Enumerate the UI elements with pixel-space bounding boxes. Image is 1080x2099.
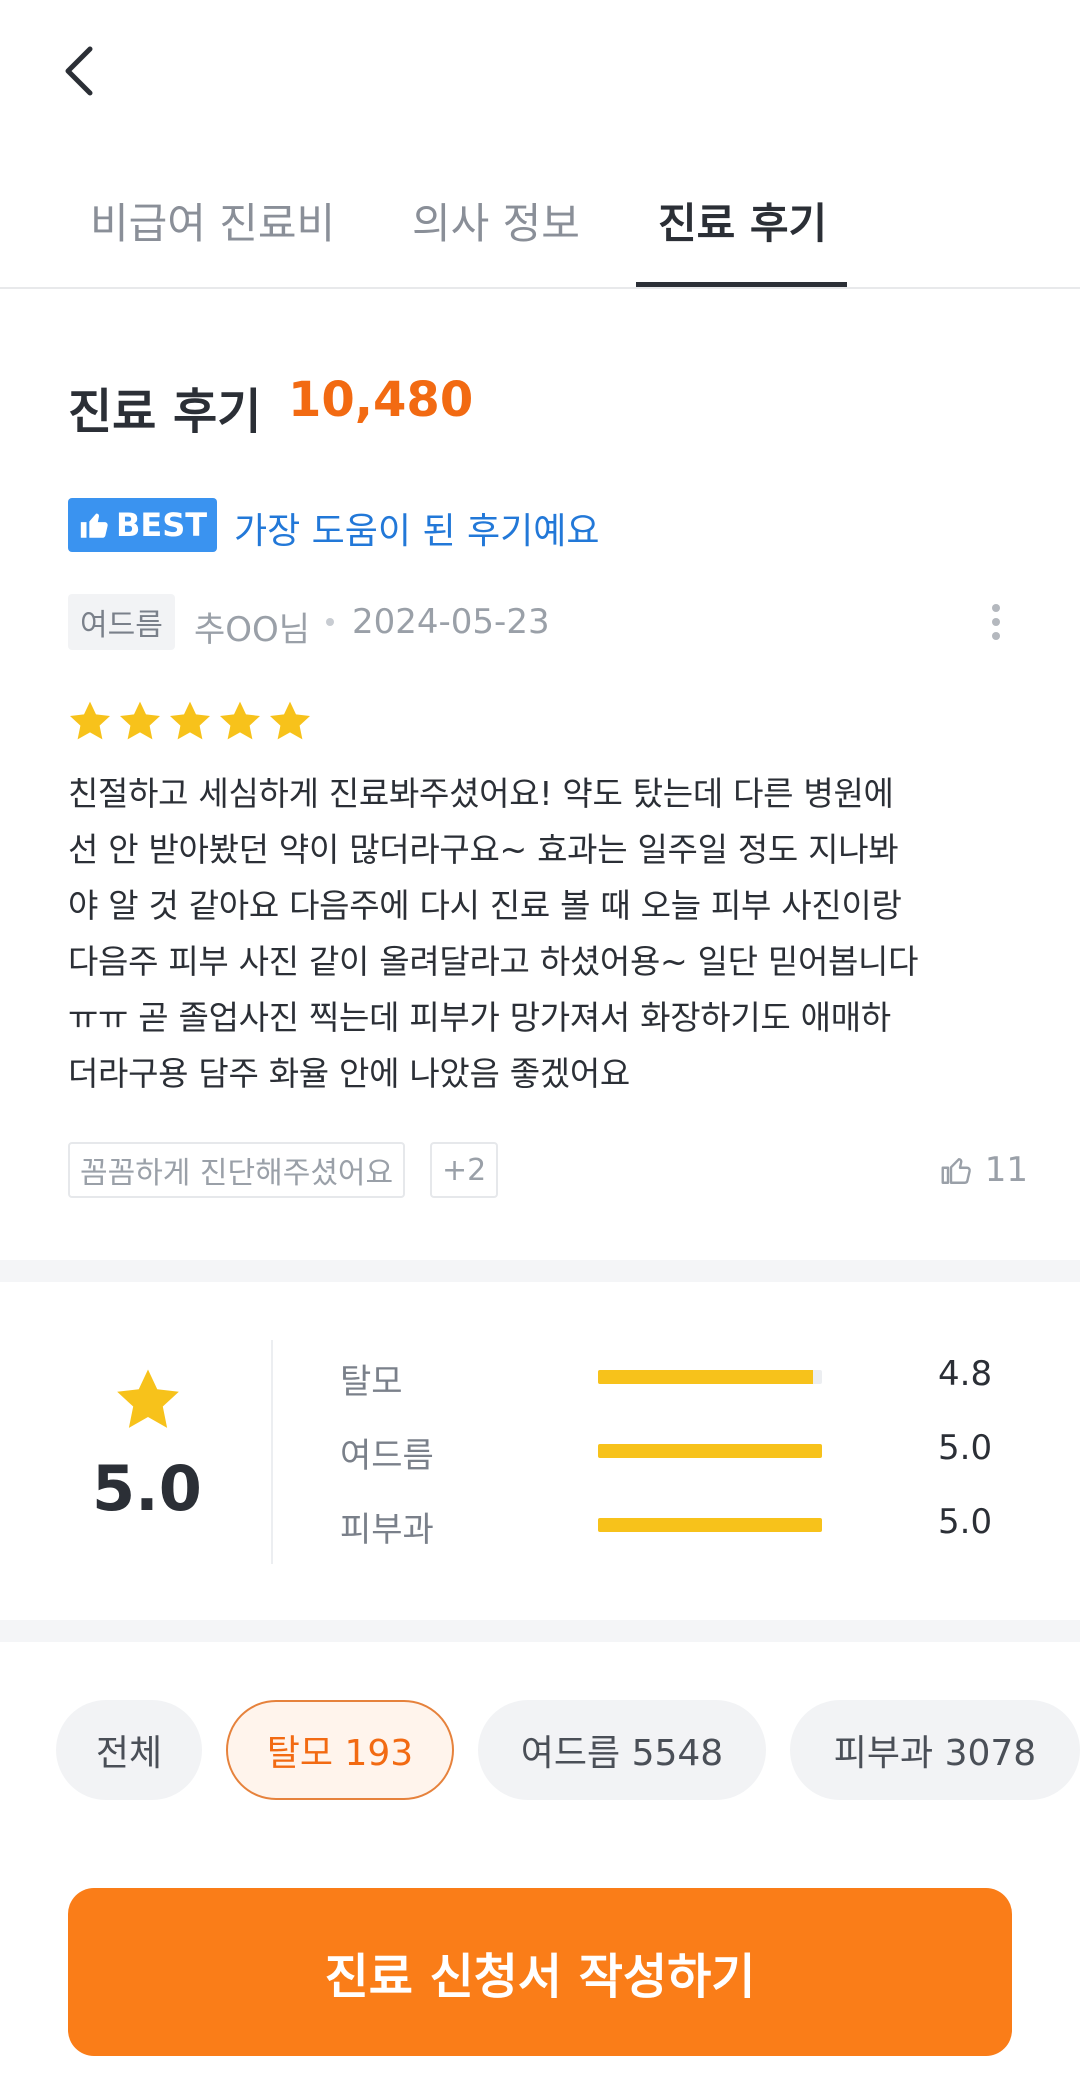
review-text-line: 친절하고 세심하게 진료봐주셨어요! 약도 탔는데 다른 병원에	[68, 774, 894, 813]
category-name: 여드름	[340, 1436, 434, 1476]
vertical-divider	[271, 1340, 273, 1564]
review-author: 추OO님	[194, 610, 311, 650]
star-icon	[117, 1369, 179, 1428]
filter-chip-dermatology[interactable]: 피부과 3078	[790, 1700, 1080, 1800]
review-meta: 여드름 추OO님 2024-05-23	[68, 594, 1028, 650]
tab-doctor-info[interactable]: 의사 정보	[412, 190, 580, 251]
review-text-line: ㅠㅠ 곧 졸업사진 찍는데 피부가 망가져서 화장하기도 애매하	[68, 998, 891, 1037]
separator-dot	[326, 618, 334, 626]
review-text-line: 더라구용 담주 화율 안에 나았음 좋겠어요	[68, 1054, 630, 1093]
rating-bar-fill	[598, 1370, 814, 1384]
more-options-button[interactable]	[966, 594, 1026, 650]
more-tags-button[interactable]: +2	[430, 1142, 499, 1198]
category-name: 피부과	[340, 1510, 434, 1550]
filter-chip-acne[interactable]: 여드름 5548	[478, 1700, 766, 1800]
rating-bar	[598, 1518, 822, 1532]
best-badge: BEST	[68, 498, 217, 552]
tab-non-covered-fees[interactable]: 비급여 진료비	[90, 190, 335, 251]
rating-bar	[598, 1370, 822, 1384]
review-star-rating	[66, 698, 314, 746]
section-divider	[0, 1620, 1080, 1642]
review-text: 친절하고 세심하게 진료봐주셨어요! 약도 탔는데 다른 병원에 선 안 받아봤…	[68, 766, 1028, 1102]
filter-chip-all[interactable]: 전체	[56, 1700, 202, 1800]
category-score: 5.0	[938, 1502, 993, 1542]
best-review-headline: 가장 도움이 된 후기예요	[234, 511, 600, 552]
category-score: 4.8	[938, 1354, 993, 1394]
category-name: 탈모	[340, 1362, 403, 1402]
thumbs-up-outline-icon	[941, 1158, 971, 1184]
back-button[interactable]	[62, 36, 122, 106]
tab-reviews[interactable]: 진료 후기	[658, 190, 827, 251]
apply-consultation-button[interactable]: 진료 신청서 작성하기	[68, 1888, 1012, 2056]
section-title: 진료 후기	[68, 384, 262, 440]
rating-bar-fill	[598, 1444, 822, 1458]
overall-rating	[88, 1364, 208, 1442]
review-text-line: 다음주 피부 사진 같이 올려달라고 하셨어용~ 일단 믿어봅니다	[68, 942, 919, 981]
more-vertical-icon	[992, 618, 1000, 626]
review-filter-chips: 전체 탈모 193 여드름 5548 피부과 3078	[56, 1700, 1080, 1800]
best-badge-label: BEST	[116, 506, 208, 544]
review-category-chip: 여드름	[68, 594, 175, 650]
review-text-line: 선 안 받아봤던 약이 많더라구요~ 효과는 일주일 정도 지나봐	[68, 830, 899, 869]
like-count: 11	[984, 1150, 1028, 1190]
filter-chip-hair-loss[interactable]: 탈모 193	[226, 1700, 454, 1800]
rating-bar-fill	[598, 1518, 822, 1532]
star-icon	[220, 701, 260, 740]
star-icon	[170, 701, 210, 740]
star-icon	[270, 701, 310, 740]
overall-score: 5.0	[92, 1452, 202, 1525]
like-button[interactable]: 11	[939, 1142, 1028, 1198]
chevron-left-icon	[65, 46, 93, 96]
star-icon	[120, 701, 160, 740]
review-count: 10,480	[288, 372, 474, 428]
thumbs-up-icon	[80, 513, 108, 538]
category-rating-row: 피부과 5.0	[340, 1500, 1000, 1550]
section-divider	[0, 1260, 1080, 1282]
active-tab-indicator	[636, 282, 847, 287]
category-score: 5.0	[938, 1428, 993, 1468]
rating-bar	[598, 1444, 822, 1458]
review-tag: 꼼꼼하게 진단해주셨어요	[68, 1142, 406, 1198]
category-rating-row: 탈모 4.8	[340, 1352, 1000, 1402]
star-icon	[70, 701, 110, 740]
category-rating-row: 여드름 5.0	[340, 1426, 1000, 1476]
review-tags: 꼼꼼하게 진단해주셨어요 +2 11	[68, 1142, 1028, 1198]
more-vertical-icon	[992, 632, 1000, 640]
review-text-line: 야 알 것 같아요 다음주에 다시 진료 볼 때 오늘 피부 사진이랑	[68, 886, 902, 925]
tab-bar: 비급여 진료비 의사 정보 진료 후기	[0, 170, 1080, 289]
review-date: 2024-05-23	[352, 602, 550, 642]
more-vertical-icon	[992, 604, 1000, 612]
